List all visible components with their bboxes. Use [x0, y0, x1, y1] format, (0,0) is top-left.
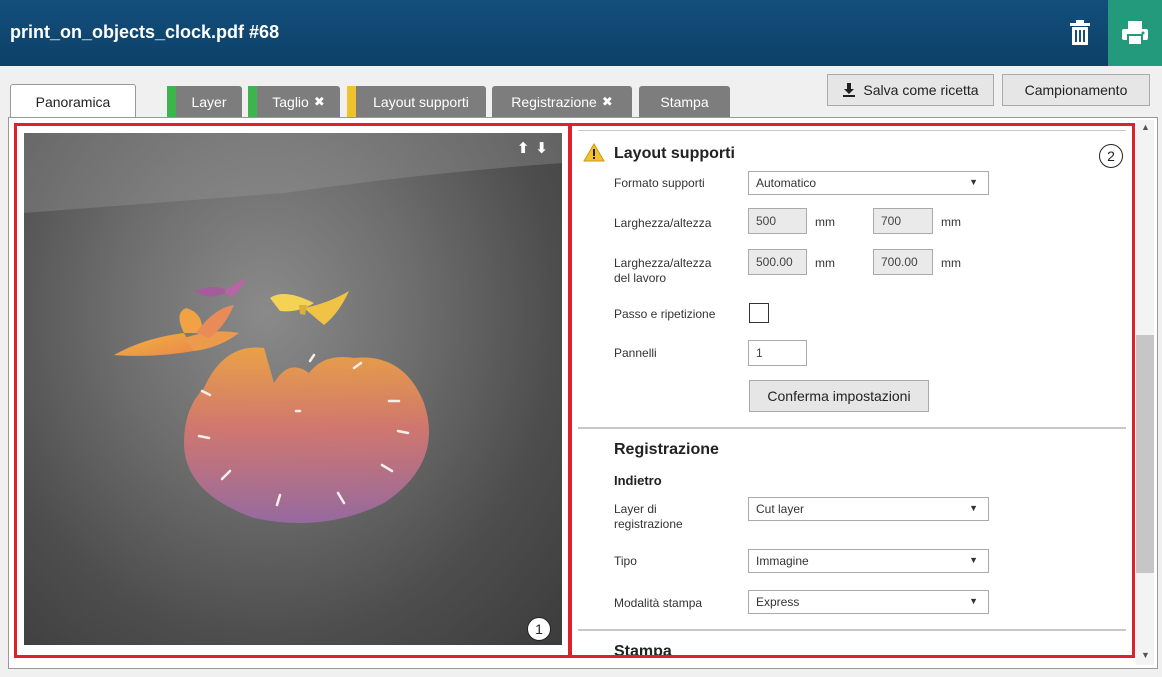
dropdown-arrow-icon: ▼: [969, 177, 978, 187]
warning-icon: [583, 143, 605, 162]
panels-label: Pannelli: [614, 346, 657, 360]
job-size-label-line2: del lavoro: [614, 271, 667, 285]
height-unit: mm: [941, 215, 961, 229]
callout-marker-1: 1: [527, 617, 551, 641]
tab-registrazione[interactable]: Registrazione ✖: [492, 86, 632, 117]
scroll-down-icon[interactable]: ▼: [1141, 650, 1150, 660]
job-height-value: 700.00: [881, 255, 918, 269]
job-width-field[interactable]: 500.00: [748, 249, 807, 275]
confirm-settings-button[interactable]: Conferma impostazioni: [749, 380, 929, 412]
job-width-value: 500.00: [756, 255, 793, 269]
tab-label: Panoramica: [35, 93, 111, 110]
job-height-unit: mm: [941, 256, 961, 270]
download-icon: [843, 83, 856, 97]
panels-field[interactable]: 1: [748, 340, 807, 366]
confirm-settings-label: Conferma impostazioni: [767, 388, 911, 404]
media-format-label: Formato supporti: [614, 176, 705, 190]
status-stripe: [167, 86, 176, 117]
width-value: 500: [756, 214, 777, 228]
type-select[interactable]: Immagine ▼: [748, 549, 989, 573]
registration-layer-select[interactable]: Cut layer ▼: [748, 497, 989, 521]
dropdown-arrow-icon: ▼: [969, 503, 978, 513]
dropdown-arrow-icon: ▼: [969, 596, 978, 606]
media-format-value: Automatico: [756, 176, 817, 190]
title-bar: print_on_objects_clock.pdf #68: [0, 0, 1162, 66]
type-label: Tipo: [614, 554, 637, 568]
registration-layer-label: Layer di registrazione: [614, 502, 683, 532]
printer-icon: [1122, 21, 1148, 46]
settings-scrollbar[interactable]: ▲ ▼: [1136, 120, 1154, 665]
save-recipe-button[interactable]: Salva come ricetta: [827, 74, 994, 106]
tab-label: Layer: [191, 93, 227, 110]
divider: [578, 130, 1126, 131]
height-value: 700: [881, 214, 902, 228]
divider: [578, 629, 1126, 631]
width-field[interactable]: 500: [748, 208, 807, 234]
panels-value: 1: [756, 346, 763, 360]
print-mode-value: Express: [756, 595, 800, 609]
dropdown-arrow-icon: ▼: [969, 555, 978, 565]
tab-layer[interactable]: Layer: [167, 86, 242, 117]
height-field[interactable]: 700: [873, 208, 933, 234]
trash-icon: [1070, 20, 1090, 45]
tab-label: Registrazione: [511, 93, 597, 110]
save-recipe-label: Salva come ricetta: [863, 82, 979, 98]
type-value: Immagine: [756, 554, 809, 568]
callout-marker-2: 2: [1099, 144, 1123, 168]
status-stripe: [248, 86, 257, 117]
job-size-label: Larghezza/altezza del lavoro: [614, 256, 711, 286]
print-button[interactable]: [1108, 0, 1162, 66]
highlight-box-viewer: [14, 123, 572, 658]
scrollbar-thumb[interactable]: [1136, 335, 1154, 573]
print-mode-label: Modalità stampa: [614, 596, 703, 610]
status-stripe: [347, 86, 356, 117]
error-icon: ✖: [313, 93, 325, 109]
job-width-unit: mm: [815, 256, 835, 270]
tab-stampa[interactable]: Stampa: [639, 86, 730, 117]
tab-layout-supporti[interactable]: Layout supporti: [347, 86, 486, 117]
scroll-up-icon[interactable]: ▲: [1141, 122, 1150, 132]
width-unit: mm: [815, 215, 835, 229]
registration-layer-value: Cut layer: [756, 502, 805, 516]
step-repeat-checkbox[interactable]: [749, 303, 769, 323]
tab-label: Taglio: [272, 93, 309, 110]
print-section-title-clip: Stampa: [614, 643, 672, 655]
job-size-label-line1: Larghezza/altezza: [614, 256, 712, 270]
tab-panoramica[interactable]: Panoramica: [10, 84, 136, 118]
registration-section-title: Registrazione: [614, 441, 719, 458]
print-section-title: Stampa: [614, 643, 672, 655]
divider: [578, 427, 1126, 429]
media-format-select[interactable]: Automatico ▼: [748, 171, 989, 195]
size-label: Larghezza/altezza: [614, 216, 712, 230]
delete-button[interactable]: [1060, 13, 1100, 53]
registration-layer-label-line1: Layer di: [614, 502, 657, 516]
sampling-label: Campionamento: [1024, 82, 1128, 98]
layout-section-title: Layout supporti: [614, 145, 735, 162]
registration-layer-label-line2: registrazione: [614, 517, 683, 531]
tab-label: Stampa: [660, 93, 709, 110]
job-height-field[interactable]: 700.00: [873, 249, 933, 275]
tab-label: Layout supporti: [373, 93, 469, 110]
tab-taglio[interactable]: Taglio ✖: [248, 86, 340, 117]
error-icon: ✖: [601, 93, 613, 109]
window-title: print_on_objects_clock.pdf #68: [10, 22, 280, 42]
print-mode-select[interactable]: Express ▼: [748, 590, 989, 614]
sampling-button[interactable]: Campionamento: [1002, 74, 1150, 106]
step-repeat-label: Passo e ripetizione: [614, 307, 716, 321]
registration-subtitle: Indietro: [614, 473, 662, 488]
